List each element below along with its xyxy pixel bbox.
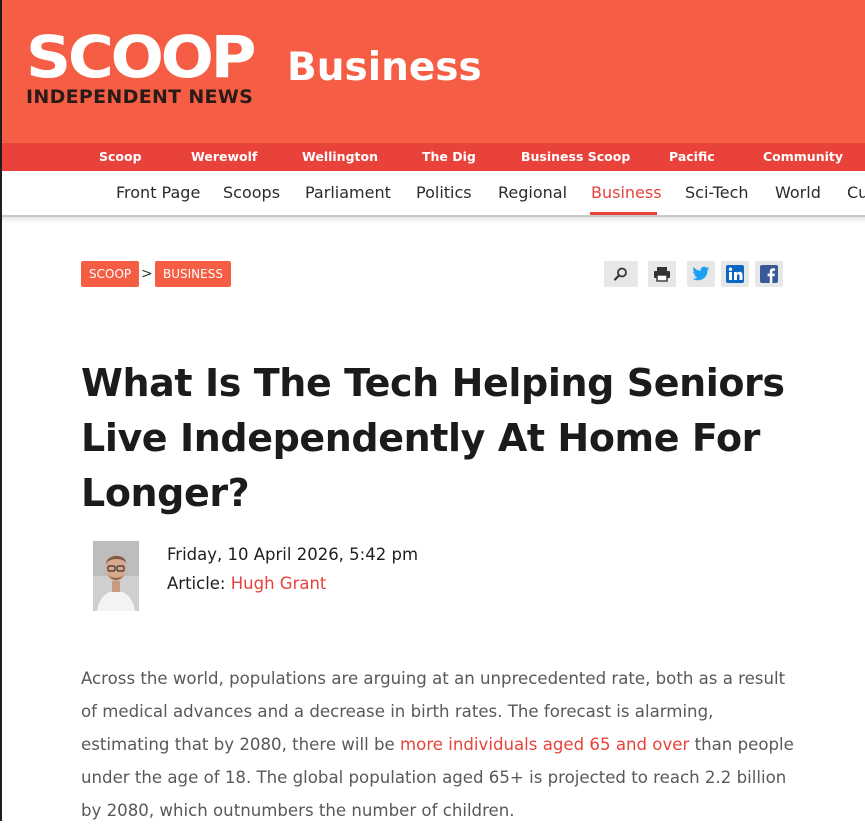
network-nav: Scoop Werewolf Wellington The Dig Busine… <box>0 143 865 171</box>
network-link-the-dig[interactable]: The Dig <box>422 143 476 171</box>
breadcrumb-separator: > <box>141 266 153 282</box>
nav-world[interactable]: World <box>775 171 821 215</box>
network-link-business-scoop[interactable]: Business Scoop <box>521 143 630 171</box>
breadcrumb-business[interactable]: BUSINESS <box>155 261 231 287</box>
facebook-button[interactable] <box>755 261 783 287</box>
print-icon <box>654 267 670 282</box>
nav-shadow <box>0 217 865 223</box>
author-photo <box>93 541 139 611</box>
search-button[interactable] <box>604 261 638 287</box>
nav-scoops[interactable]: Scoops <box>223 171 280 215</box>
article-date: Friday, 10 April 2026, 5:42 pm <box>167 545 419 564</box>
twitter-icon <box>692 266 710 281</box>
author-label: Article: <box>167 574 226 593</box>
print-button[interactable] <box>648 261 676 287</box>
logo-wordmark: SCOOP <box>26 23 257 91</box>
nav-sci-tech[interactable]: Sci-Tech <box>685 171 749 215</box>
nav-business[interactable]: Business <box>591 171 662 215</box>
site-header: SCOOP INDEPENDENT NEWS Business <box>0 0 865 143</box>
network-link-werewolf[interactable]: Werewolf <box>191 143 257 171</box>
linkedin-button[interactable] <box>721 261 749 287</box>
network-link-wellington[interactable]: Wellington <box>302 143 378 171</box>
section-nav: Front Page Scoops Parliament Politics Re… <box>0 171 865 217</box>
network-link-scoop[interactable]: Scoop <box>99 143 142 171</box>
nav-front-page[interactable]: Front Page <box>116 171 200 215</box>
author-name-link[interactable]: Hugh Grant <box>231 574 327 593</box>
nav-politics[interactable]: Politics <box>416 171 472 215</box>
facebook-icon <box>760 265 778 283</box>
nav-culture-truncated[interactable]: Cu <box>847 171 865 215</box>
section-title[interactable]: Business <box>287 44 482 92</box>
paragraph-inline-link[interactable]: more individuals aged 65 and over <box>400 735 689 754</box>
article-byline: Article: Hugh Grant <box>167 573 326 595</box>
network-link-pacific[interactable]: Pacific <box>669 143 715 171</box>
scoop-logo[interactable]: SCOOP INDEPENDENT NEWS <box>26 23 257 108</box>
network-link-community[interactable]: Community <box>763 143 843 171</box>
search-icon <box>613 267 627 281</box>
breadcrumb-scoop[interactable]: SCOOP <box>81 261 140 287</box>
article-title: What Is The Tech Helping Seniors Live In… <box>81 361 785 515</box>
twitter-button[interactable] <box>687 261 715 287</box>
active-nav-underline <box>590 212 657 215</box>
linkedin-icon <box>726 265 744 283</box>
nav-parliament[interactable]: Parliament <box>305 171 391 215</box>
article-paragraph: Across the world, populations are arguin… <box>81 662 801 827</box>
nav-regional[interactable]: Regional <box>498 171 567 215</box>
author-avatar[interactable] <box>93 541 139 611</box>
window-edge <box>0 0 2 821</box>
